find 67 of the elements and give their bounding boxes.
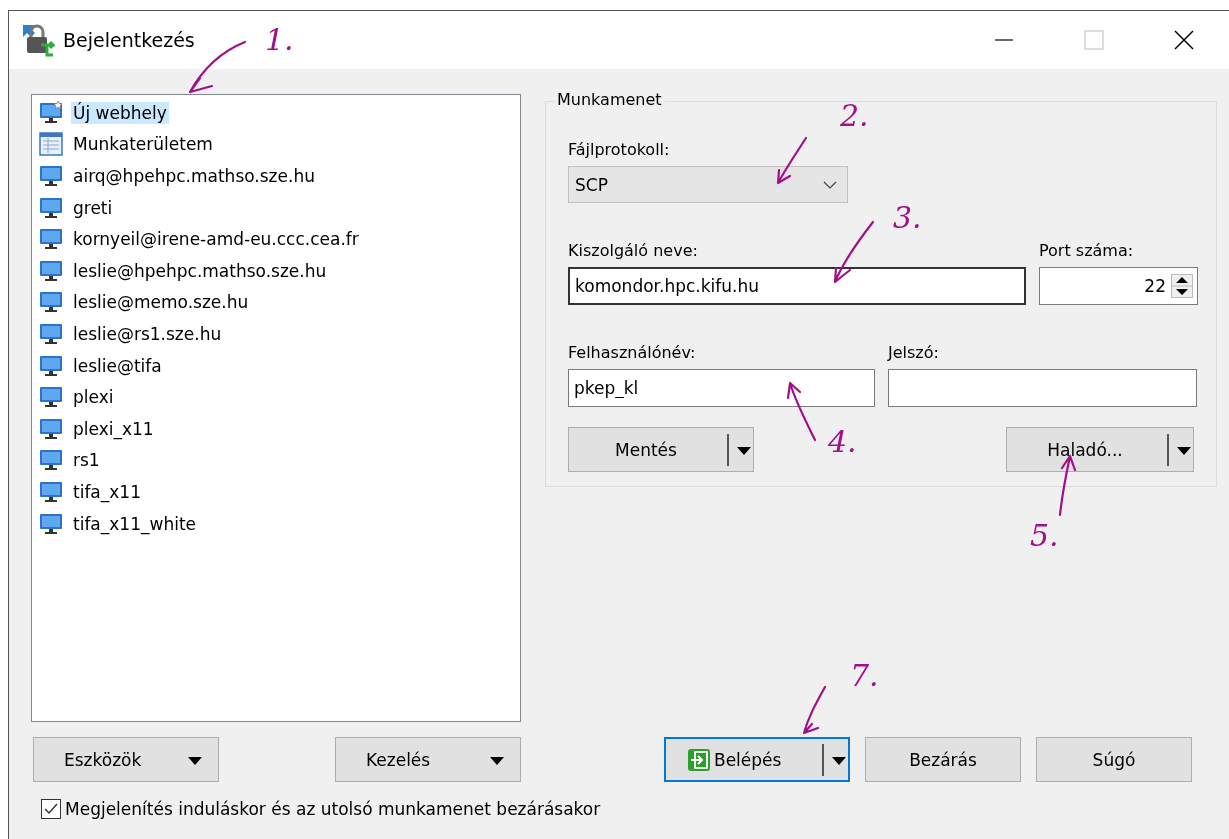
site-item[interactable]: tifa_x11 bbox=[71, 480, 143, 503]
site-item[interactable]: tifa_x11_white bbox=[71, 512, 198, 535]
site-item[interactable]: leslie@tifa bbox=[71, 354, 164, 377]
host-field[interactable]: komondor.hpc.kifu.hu bbox=[568, 267, 1026, 305]
site-list[interactable] bbox=[31, 94, 521, 722]
annotation-number: 4. bbox=[828, 424, 857, 459]
chevron-down-icon bbox=[823, 180, 837, 189]
field-label: Felhasználónév: bbox=[568, 343, 697, 363]
monitor-icon bbox=[39, 290, 63, 315]
monitor-icon bbox=[39, 195, 63, 220]
field-label: Port száma: bbox=[1039, 241, 1135, 261]
field-label: Kiszolgáló neve: bbox=[568, 241, 699, 261]
site-item[interactable]: rs1 bbox=[71, 449, 102, 472]
dialog-button[interactable]: Bezárás bbox=[865, 737, 1021, 782]
dialog-button[interactable]: Súgó bbox=[1036, 737, 1192, 782]
checkbox-label[interactable]: Megjelenítés induláskor és az utolsó munkamenet bezárásakor bbox=[65, 799, 601, 819]
username-field[interactable]: pkep_kl bbox=[568, 369, 875, 407]
site-item[interactable]: plexi_x11 bbox=[71, 417, 156, 440]
checkbox[interactable] bbox=[41, 799, 61, 819]
enter-icon bbox=[688, 748, 710, 771]
save-button[interactable]: Mentés bbox=[568, 427, 754, 472]
site-item[interactable]: Új webhely bbox=[71, 101, 169, 124]
annotation-number: 1. bbox=[265, 22, 294, 57]
menu-button[interactable]: Kezelés bbox=[335, 737, 521, 782]
annotation-number: 2. bbox=[840, 98, 869, 133]
protocol-dropdown[interactable]: SCP bbox=[568, 166, 848, 203]
app-lock-icon bbox=[21, 23, 55, 57]
monitor-icon bbox=[39, 321, 63, 346]
login-button[interactable]: Belépés bbox=[664, 737, 850, 782]
close-icon bbox=[1174, 30, 1194, 50]
annotation-arrow bbox=[776, 136, 808, 185]
spinner-arrows-icon bbox=[1171, 274, 1193, 298]
site-item[interactable]: leslie@memo.sze.hu bbox=[71, 291, 251, 314]
monitor-icon bbox=[39, 227, 63, 252]
menu-button[interactable]: Eszközök bbox=[33, 737, 219, 782]
site-item[interactable]: kornyeil@irene-amd-eu.ccc.cea.fr bbox=[71, 228, 361, 251]
monitor-icon bbox=[39, 353, 63, 378]
minimize-icon bbox=[995, 39, 1013, 41]
window-title: Bejelentkezés bbox=[63, 29, 195, 51]
monitor-icon bbox=[39, 479, 63, 504]
annotation-arrow bbox=[833, 220, 875, 284]
site-item[interactable]: airq@hpehpc.mathso.sze.hu bbox=[71, 165, 317, 187]
annotation-arrow bbox=[786, 381, 817, 442]
new-site-monitor-icon bbox=[39, 100, 63, 125]
annotation-arrow bbox=[802, 685, 827, 735]
site-item[interactable]: leslie@hpehpc.mathso.sze.hu bbox=[71, 259, 329, 282]
site-item[interactable]: Munkaterületem bbox=[71, 133, 215, 156]
workspace-icon bbox=[39, 132, 63, 157]
password-field[interactable] bbox=[888, 369, 1197, 407]
monitor-icon bbox=[39, 416, 63, 441]
monitor-icon bbox=[39, 448, 63, 473]
annotation-number: 5. bbox=[1030, 518, 1059, 553]
annotation-number: 3. bbox=[893, 200, 922, 235]
site-item[interactable]: greti bbox=[71, 196, 115, 219]
advanced-button[interactable]: Haladó... bbox=[1006, 427, 1194, 472]
maximize-icon bbox=[1084, 30, 1104, 50]
monitor-icon bbox=[39, 511, 63, 536]
field-label: Jelszó: bbox=[888, 343, 940, 363]
site-item[interactable]: plexi bbox=[71, 386, 116, 409]
port-field[interactable]: 22 bbox=[1039, 267, 1198, 305]
field-label: Fájlprotokoll: bbox=[568, 140, 671, 160]
monitor-icon bbox=[39, 258, 63, 283]
site-item[interactable]: leslie@rs1.sze.hu bbox=[71, 322, 224, 345]
annotation-number: 7. bbox=[850, 658, 879, 693]
monitor-icon bbox=[39, 385, 63, 410]
annotation-arrow bbox=[1058, 454, 1077, 517]
monitor-icon bbox=[39, 164, 63, 188]
